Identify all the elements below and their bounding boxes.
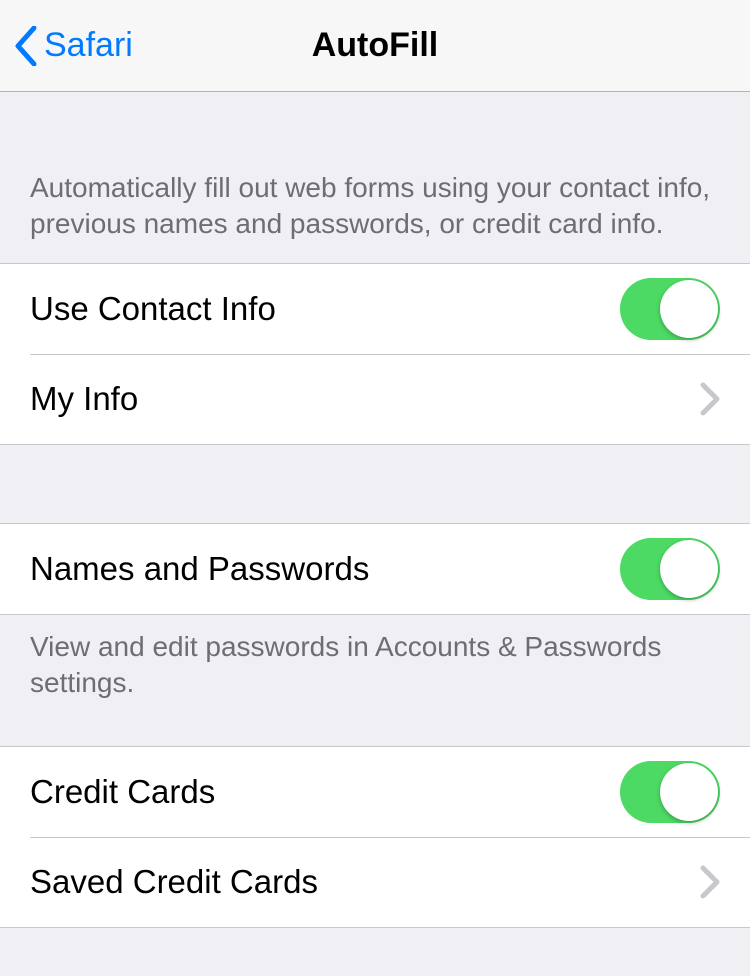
saved-credit-cards-label: Saved Credit Cards — [30, 863, 700, 901]
passwords-footer-text: View and edit passwords in Accounts & Pa… — [0, 615, 750, 746]
credit-cards-toggle[interactable] — [620, 761, 720, 823]
my-info-label: My Info — [30, 380, 700, 418]
chevron-left-icon — [14, 26, 38, 66]
chevron-right-icon — [700, 865, 720, 899]
contact-info-group: Use Contact Info My Info — [0, 263, 750, 445]
section-intro-text: Automatically fill out web forms using y… — [0, 92, 750, 263]
section-gap — [0, 445, 750, 523]
toggle-knob — [660, 763, 718, 821]
chevron-right-icon — [700, 382, 720, 416]
use-contact-info-label: Use Contact Info — [30, 290, 620, 328]
credit-cards-row: Credit Cards — [0, 747, 750, 837]
back-button[interactable]: Safari — [0, 26, 133, 66]
back-button-label: Safari — [44, 26, 133, 65]
credit-cards-group: Credit Cards Saved Credit Cards — [0, 746, 750, 928]
navbar: Safari AutoFill — [0, 0, 750, 92]
use-contact-info-toggle[interactable] — [620, 278, 720, 340]
use-contact-info-row: Use Contact Info — [0, 264, 750, 354]
credit-cards-label: Credit Cards — [30, 773, 620, 811]
names-passwords-label: Names and Passwords — [30, 550, 620, 588]
names-passwords-row: Names and Passwords — [0, 524, 750, 614]
names-passwords-toggle[interactable] — [620, 538, 720, 600]
toggle-knob — [660, 540, 718, 598]
saved-credit-cards-row[interactable]: Saved Credit Cards — [0, 837, 750, 927]
passwords-group: Names and Passwords — [0, 523, 750, 615]
my-info-row[interactable]: My Info — [0, 354, 750, 444]
toggle-knob — [660, 280, 718, 338]
page-title: AutoFill — [312, 26, 439, 65]
